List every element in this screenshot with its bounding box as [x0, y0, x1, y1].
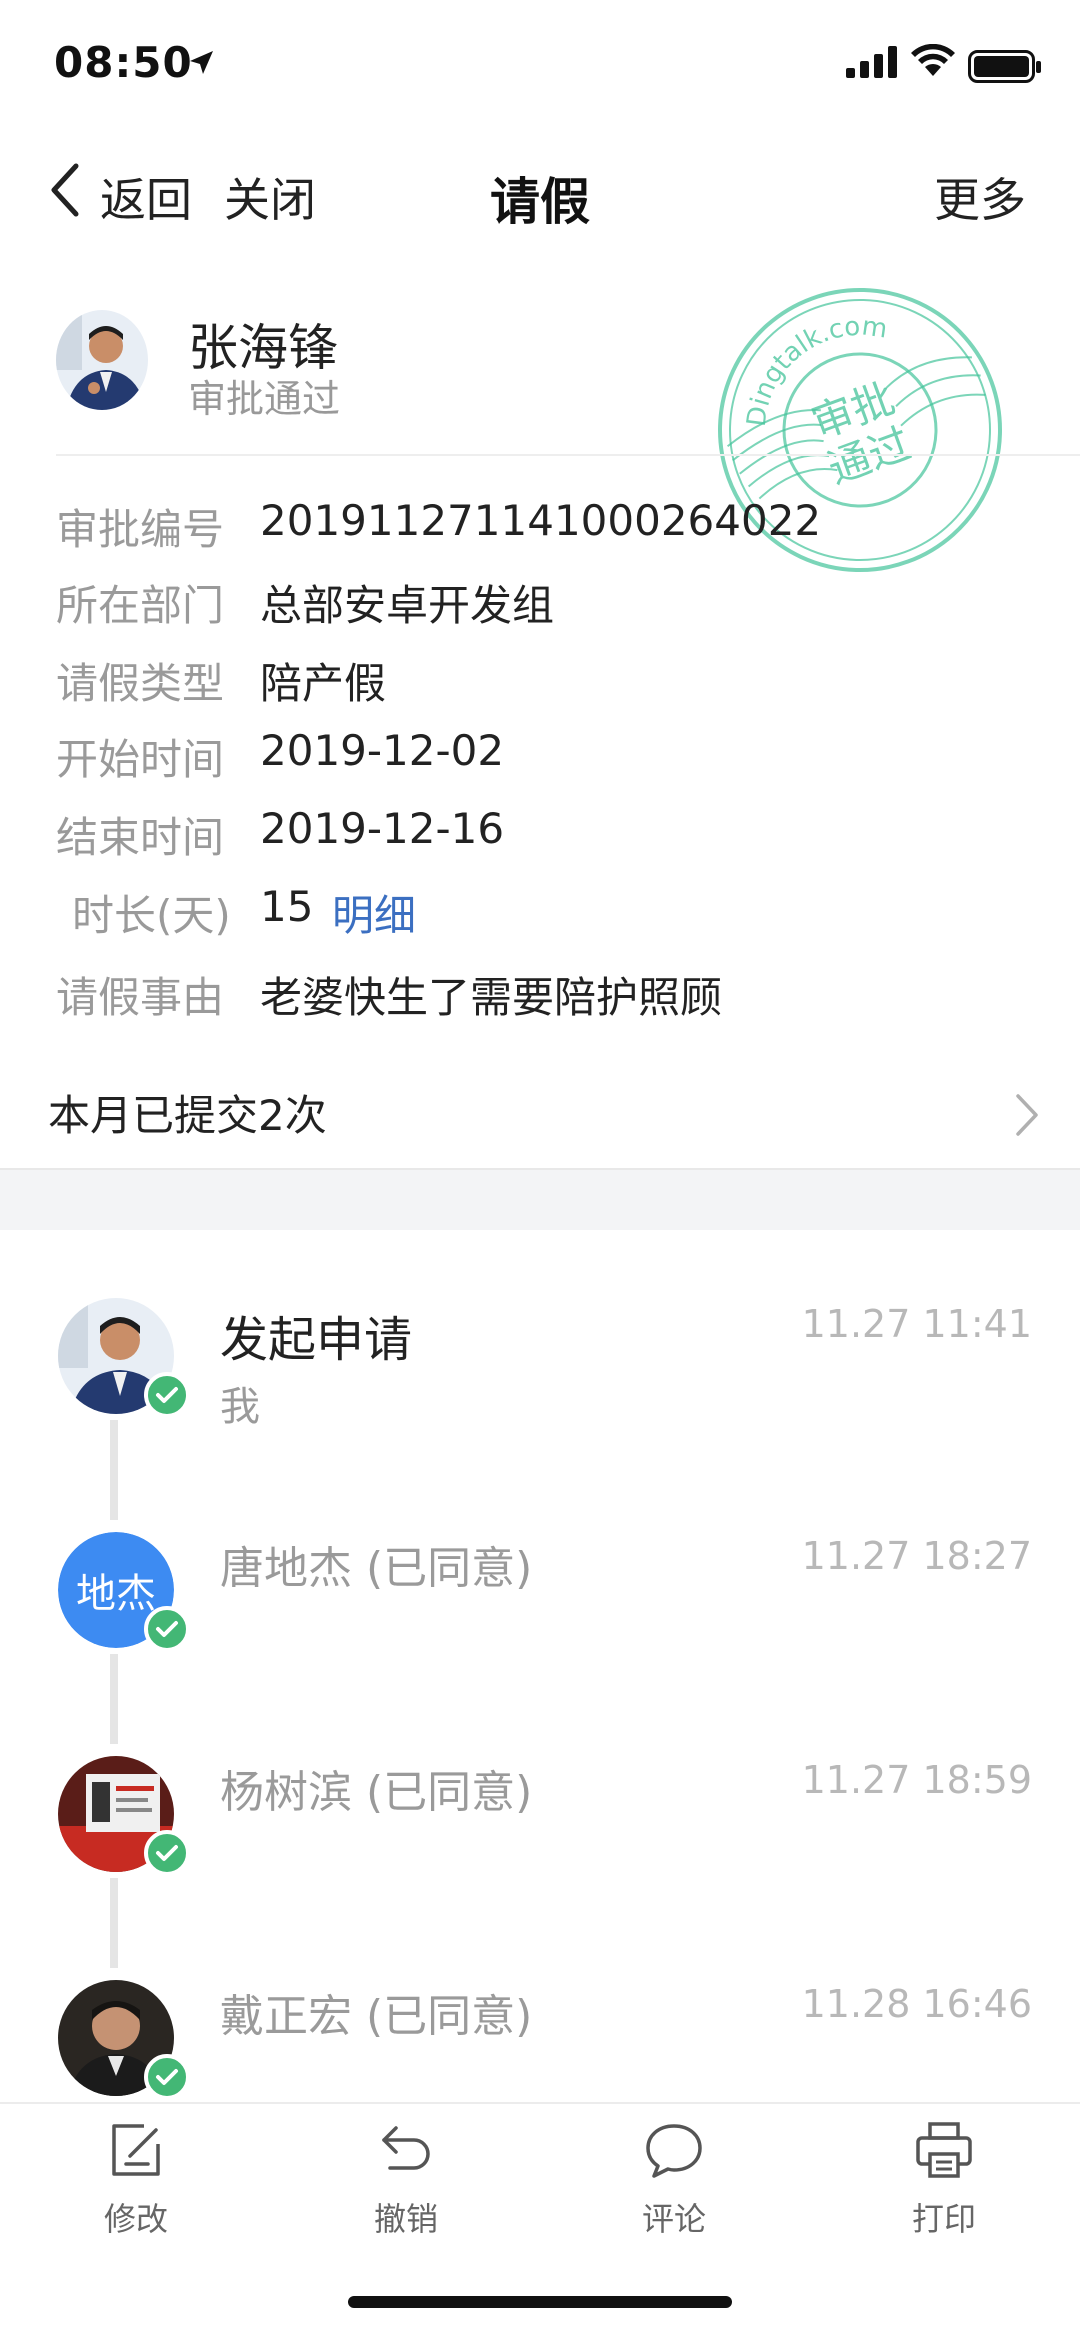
wifi-icon: [911, 44, 955, 76]
approved-check-icon: [144, 2054, 190, 2100]
approval-number-label: 审批编号: [56, 505, 225, 554]
timeline-connector: [110, 1878, 118, 1968]
location-arrow-icon: [190, 51, 213, 74]
chevron-right-icon: [1016, 1094, 1038, 1136]
comment-label: 评论: [641, 2200, 706, 2238]
reason-value: 老婆快生了需要陪护照顾: [260, 973, 723, 1022]
undo-icon: [382, 2126, 430, 2170]
edit-icon: [112, 2124, 160, 2176]
status-time: 08:50: [54, 38, 193, 87]
end-time-value: 2019-12-16: [260, 804, 505, 853]
end-time-label: 结束时间: [56, 813, 225, 862]
avatar[interactable]: [56, 310, 148, 410]
approved-check-icon: [144, 1372, 190, 1418]
battery-icon: [968, 50, 1041, 83]
leave-type-value: 陪产假: [260, 659, 387, 708]
approval-number-value: 20191127114100026402​2: [260, 496, 822, 545]
printer-icon: [916, 2122, 972, 2178]
comment-button[interactable]: 评论: [594, 2118, 754, 2240]
edit-label: 修改: [103, 2200, 168, 2238]
print-button[interactable]: 打印: [864, 2118, 1024, 2240]
approved-check-icon: [144, 1606, 190, 1652]
more-button[interactable]: 更多: [934, 164, 1026, 230]
timeline-step-time: 11.27 11:41: [801, 1302, 1032, 1346]
cellular-signal-icon: [846, 46, 897, 78]
duration-value: 15: [260, 882, 314, 931]
avatar-photo: [56, 310, 148, 410]
revoke-button[interactable]: 撤销: [326, 2118, 486, 2240]
timeline-step-title: 杨树滨 (已同意): [220, 1767, 533, 1818]
header-divider: [56, 454, 1080, 456]
timeline-step-time: 11.27 18:59: [801, 1758, 1032, 1802]
monthly-submissions-text: 本月已提交2次: [48, 1091, 327, 1140]
reason-label: 请假事由: [56, 973, 225, 1022]
approved-check-icon: [144, 1830, 190, 1876]
timeline-step-time: 11.27 18:27: [801, 1534, 1032, 1578]
approval-status: 审批通过: [188, 377, 341, 421]
print-label: 打印: [911, 2200, 976, 2238]
leave-type-label: 请假类型: [56, 659, 225, 708]
revoke-label: 撤销: [373, 2200, 438, 2238]
page-title: 请假: [490, 173, 590, 231]
duration-label: 时长(天): [72, 891, 231, 940]
start-time-label: 开始时间: [56, 735, 225, 784]
start-time-value: 2019-12-02: [260, 726, 505, 775]
timeline-step-time: 11.28 16:46: [801, 1982, 1032, 2026]
department-label: 所在部门: [56, 581, 225, 630]
timeline-step-title: 戴正宏 (已同意): [220, 1991, 533, 2042]
timeline-step-actor: 我: [220, 1384, 260, 1430]
edit-button[interactable]: 修改: [56, 2118, 216, 2240]
comment-icon: [646, 2124, 702, 2178]
timeline-step-title: 发起申请: [220, 1312, 413, 1368]
timeline-connector: [110, 1654, 118, 1744]
home-indicator: [348, 2296, 732, 2308]
timeline-step-title: 唐地杰 (已同意): [220, 1543, 533, 1594]
duration-detail-link[interactable]: 明细: [332, 882, 416, 943]
department-value: 总部安卓开发组: [260, 581, 555, 630]
section-gap: [0, 1170, 1080, 1230]
timeline-connector: [110, 1420, 118, 1520]
